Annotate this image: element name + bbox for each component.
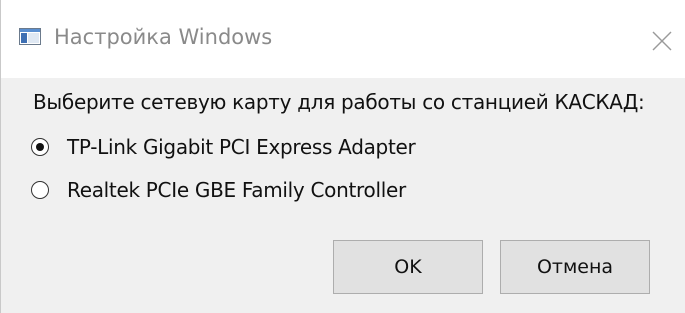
ok-button[interactable]: OK <box>333 240 483 294</box>
close-button[interactable] <box>641 20 683 60</box>
radio-option-tplink[interactable]: TP-Link Gigabit PCI Express Adapter <box>31 131 416 163</box>
radio-option-realtek[interactable]: Realtek PCIe GBE Family Controller <box>31 174 406 206</box>
radio-button-unchecked[interactable] <box>31 181 49 199</box>
window-app-icon <box>19 28 41 45</box>
prompt-text: Выберите сетевую карту для работы со ста… <box>33 90 645 114</box>
title-bar[interactable]: Настройка Windows <box>1 0 685 78</box>
radio-option-label: TP-Link Gigabit PCI Express Adapter <box>67 135 416 159</box>
dialog-window: Настройка Windows Выберите сетевую карту… <box>0 0 685 313</box>
radio-button-checked[interactable] <box>31 138 49 156</box>
radio-option-label: Realtek PCIe GBE Family Controller <box>67 178 406 202</box>
cancel-button[interactable]: Отмена <box>500 240 650 294</box>
close-icon <box>652 31 672 51</box>
window-title: Настройка Windows <box>54 25 273 49</box>
